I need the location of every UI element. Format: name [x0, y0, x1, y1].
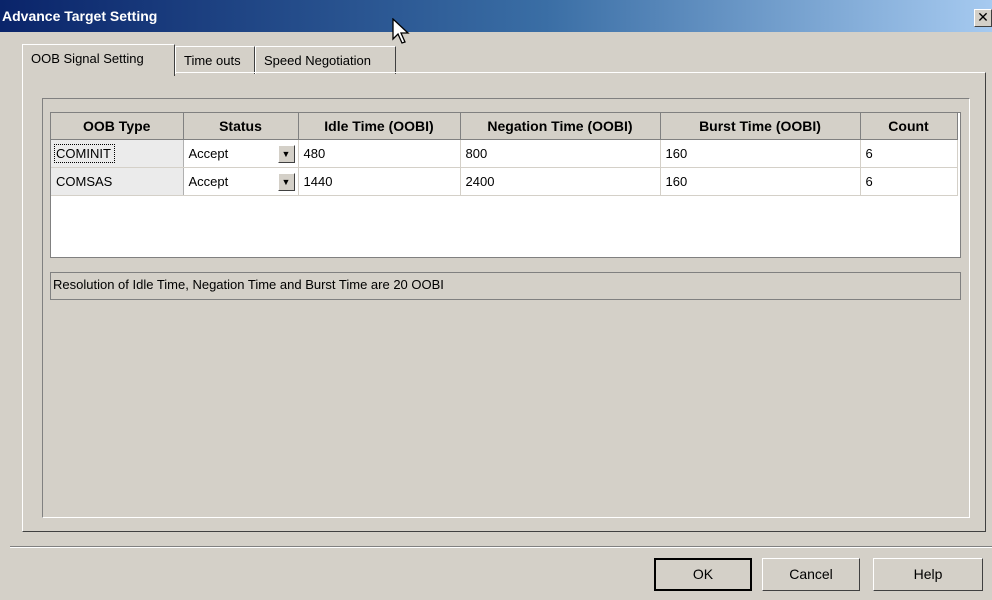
cell-oob-type[interactable]: COMINIT [51, 139, 184, 168]
column-header-status[interactable]: Status [183, 113, 299, 140]
cell-negation-time[interactable]: 800 [460, 139, 661, 168]
tab-speed-negotiation[interactable]: Speed Negotiation [255, 46, 396, 74]
chevron-down-icon[interactable]: ▼ [277, 145, 295, 163]
column-header-negation-time[interactable]: Negation Time (OOBI) [460, 113, 661, 140]
table-row: COMINIT Accept ▼ 480 800 160 6 [51, 139, 958, 168]
close-icon[interactable]: ✕ [974, 9, 992, 27]
column-header-idle-time[interactable]: Idle Time (OOBI) [298, 113, 461, 140]
window-title: Advance Target Setting [2, 8, 158, 24]
table-row: COMSAS Accept ▼ 1440 2400 160 6 [51, 167, 958, 196]
column-header-burst-time[interactable]: Burst Time (OOBI) [660, 113, 861, 140]
divider-highlight [10, 547, 992, 548]
table-header-row: OOB Type Status Idle Time (OOBI) Negatio… [51, 113, 958, 140]
status-value: Accept [188, 146, 229, 161]
tab-oob-signal-setting[interactable]: OOB Signal Setting [22, 44, 175, 76]
cell-burst-time[interactable]: 160 [660, 167, 861, 196]
help-button[interactable]: Help [873, 558, 983, 591]
cell-status[interactable]: Accept ▼ [183, 139, 299, 168]
ok-button[interactable]: OK [654, 558, 752, 591]
cell-burst-time[interactable]: 160 [660, 139, 861, 168]
cell-count[interactable]: 6 [860, 167, 958, 196]
cell-oob-type-text: COMINIT [54, 144, 115, 163]
cell-idle-time[interactable]: 480 [298, 139, 461, 168]
column-header-count[interactable]: Count [860, 113, 958, 140]
resolution-note: Resolution of Idle Time, Negation Time a… [50, 272, 961, 300]
cell-count[interactable]: 6 [860, 139, 958, 168]
cell-oob-type-text: COMSAS [56, 174, 113, 189]
tab-time-outs[interactable]: Time outs [175, 46, 255, 74]
title-bar: Advance Target Setting ✕ [0, 0, 992, 32]
chevron-down-icon[interactable]: ▼ [277, 173, 295, 191]
cell-oob-type[interactable]: COMSAS [51, 167, 184, 196]
cell-status[interactable]: Accept ▼ [183, 167, 299, 196]
mouse-pointer-icon [392, 18, 410, 44]
column-header-oob-type[interactable]: OOB Type [51, 113, 184, 140]
cell-idle-time[interactable]: 1440 [298, 167, 461, 196]
cell-negation-time[interactable]: 2400 [460, 167, 661, 196]
cancel-button[interactable]: Cancel [762, 558, 860, 591]
status-value: Accept [188, 174, 229, 189]
oob-table: OOB Type Status Idle Time (OOBI) Negatio… [50, 112, 961, 258]
